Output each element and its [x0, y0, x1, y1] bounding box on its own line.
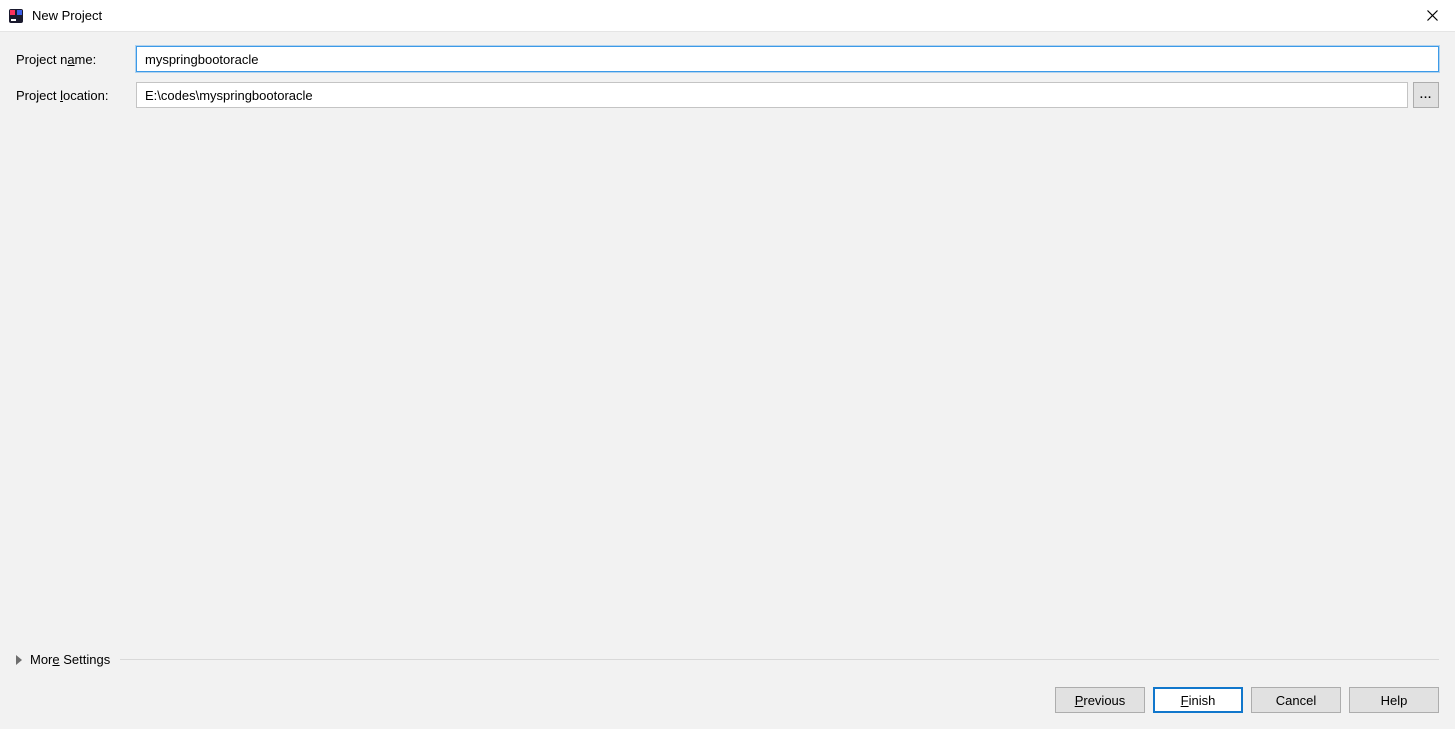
close-icon	[1427, 10, 1438, 21]
more-settings-label: More Settings	[30, 652, 110, 667]
more-settings-toggle[interactable]: More Settings	[16, 652, 110, 667]
project-name-row: Project name:	[16, 46, 1439, 72]
project-name-input[interactable]	[136, 46, 1439, 72]
project-name-input-container	[136, 46, 1439, 72]
project-location-input[interactable]	[136, 82, 1408, 108]
title-bar: New Project	[0, 0, 1455, 32]
more-settings-section: More Settings	[16, 648, 1439, 673]
cancel-button[interactable]: Cancel	[1251, 687, 1341, 713]
intellij-icon	[8, 8, 24, 24]
spacer	[16, 118, 1439, 648]
project-name-label: Project name:	[16, 52, 136, 67]
previous-button[interactable]: Previous	[1055, 687, 1145, 713]
divider	[120, 659, 1439, 660]
new-project-dialog: New Project Project name: Project locati…	[0, 0, 1455, 729]
window-title: New Project	[32, 8, 1410, 23]
project-location-input-container: ...	[136, 82, 1439, 108]
expand-right-icon	[16, 655, 22, 665]
finish-button[interactable]: Finish	[1153, 687, 1243, 713]
button-bar: Previous Finish Cancel Help	[0, 681, 1455, 729]
close-button[interactable]	[1410, 0, 1455, 32]
help-button[interactable]: Help	[1349, 687, 1439, 713]
project-location-label: Project location:	[16, 88, 136, 103]
project-location-row: Project location: ...	[16, 82, 1439, 108]
browse-location-button[interactable]: ...	[1413, 82, 1439, 108]
dialog-content: Project name: Project location: ... More…	[0, 32, 1455, 681]
